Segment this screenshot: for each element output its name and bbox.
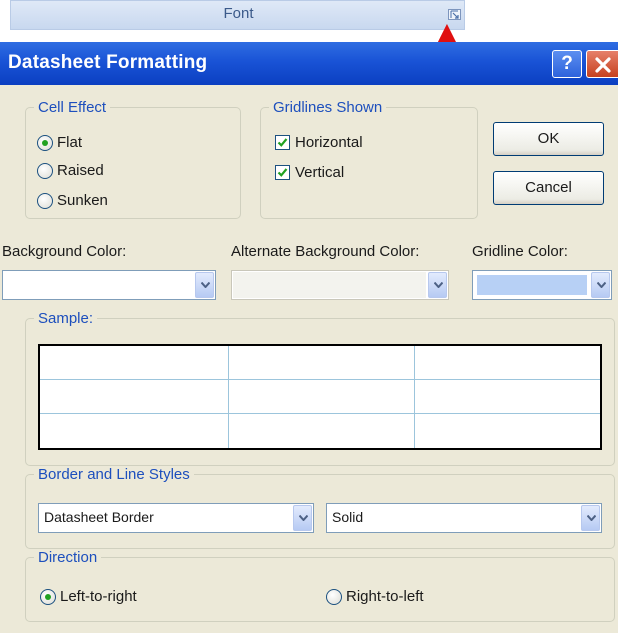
radio-raised-label: Raised (57, 162, 104, 179)
cancel-button[interactable]: Cancel (493, 171, 604, 205)
alternate-background-color-select[interactable] (231, 270, 449, 300)
checkbox-vertical-label: Vertical (295, 164, 345, 181)
background-color-select[interactable] (2, 270, 216, 300)
chevron-down-icon (434, 282, 443, 288)
gridline-color-swatch (477, 275, 587, 295)
close-button[interactable] (586, 50, 618, 78)
chevron-down-icon (597, 282, 606, 288)
line-style-select[interactable]: Solid (326, 503, 602, 533)
radio-selected-dot (45, 594, 51, 600)
ok-button[interactable]: OK (493, 122, 604, 156)
close-icon (595, 57, 611, 73)
checkbox-horizontal-label: Horizontal (295, 134, 363, 151)
border-type-select[interactable]: Datasheet Border (38, 503, 314, 533)
sample-gridline-h (40, 379, 600, 380)
direction-legend: Direction (38, 549, 98, 566)
checkmark-icon (277, 168, 288, 177)
alternate-background-color-swatch (233, 272, 426, 298)
cell-effect-legend: Cell Effect (38, 99, 107, 116)
sample-gridline-h (40, 413, 600, 414)
dialog-title: Datasheet Formatting (8, 52, 208, 73)
sample-legend: Sample: (38, 310, 94, 327)
alternate-background-color-label: Alternate Background Color: (231, 243, 420, 260)
border-line-styles-legend: Border and Line Styles (38, 466, 190, 483)
dialog-launcher-icon[interactable] (448, 9, 461, 20)
sample-datasheet-preview (38, 344, 602, 450)
sample-gridline-v (414, 346, 415, 448)
dialog-titlebar: Datasheet Formatting ? (0, 42, 618, 85)
gridlines-shown-group: Gridlines Shown (260, 99, 478, 219)
direction-group: Direction (25, 549, 615, 622)
line-style-value: Solid (332, 509, 364, 525)
datasheet-formatting-dialog: Datasheet Formatting ? Cell Effect Flat … (0, 42, 618, 633)
sample-gridline-v (228, 346, 229, 448)
checkmark-icon (277, 138, 288, 147)
chevron-down-icon (587, 515, 596, 521)
radio-flat-label: Flat (57, 134, 83, 151)
background-color-swatch (4, 272, 193, 298)
gridline-color-select[interactable] (472, 270, 612, 300)
gridline-color-label: Gridline Color: (472, 243, 568, 260)
radio-right-to-left-label: Right-to-left (346, 588, 424, 605)
background-color-label: Background Color: (2, 243, 127, 260)
gridlines-shown-legend: Gridlines Shown (273, 99, 383, 116)
ribbon-font-group: Font (10, 0, 465, 30)
radio-left-to-right-label: Left-to-right (60, 588, 137, 605)
chevron-down-icon (299, 515, 308, 521)
radio-sunken-label: Sunken (57, 192, 108, 209)
ribbon-group-label: Font (223, 5, 254, 22)
border-type-value: Datasheet Border (44, 509, 154, 525)
radio-selected-dot (42, 140, 48, 146)
chevron-down-icon (201, 282, 210, 288)
help-button[interactable]: ? (552, 50, 582, 78)
